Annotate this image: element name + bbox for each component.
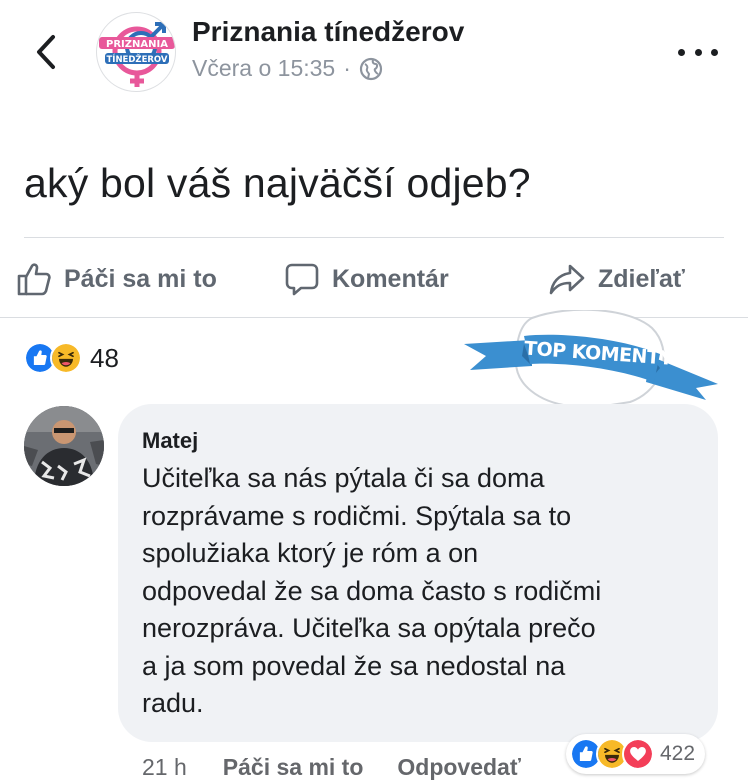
thumbs-up-icon	[17, 263, 51, 296]
comment-label: Komentár	[332, 264, 449, 293]
page-name[interactable]: Priznania tínedžerov	[192, 16, 464, 48]
comment-bubble: Matej Učiteľka sa nás pýtala či sa doma …	[118, 404, 718, 742]
page-avatar[interactable]: PRIZNANIA TÍNEDŽEROV	[96, 12, 176, 92]
comment-line: nerozpráva. Učiteľka sa opýtala prečo	[142, 613, 596, 643]
comment-line: Učiteľka sa nás pýtala či sa doma	[142, 463, 545, 493]
comment-like-button[interactable]: Páči sa mi to	[223, 754, 364, 781]
comment-line: rozprávame s rodičmi. Spýtala sa to	[142, 500, 572, 531]
comment-icon	[285, 263, 319, 296]
page-logo: PRIZNANIA TÍNEDŽEROV	[99, 22, 175, 87]
back-button[interactable]	[28, 30, 64, 74]
comment-button[interactable]: Komentár	[284, 254, 449, 304]
comment-footer: 21 h Páči sa mi to Odpovedať	[142, 752, 521, 782]
comment-author[interactable]: Matej	[142, 428, 198, 454]
comment-time[interactable]: 21 h	[142, 754, 187, 781]
comment-line: a ja som povedal že sa nedostal na	[142, 650, 566, 681]
post-text: aký bol váš najväčší odjeb?	[24, 160, 531, 206]
haha-reaction-icon	[50, 342, 82, 374]
meta-separator: ·	[343, 55, 351, 81]
share-icon	[549, 264, 585, 295]
more-dot	[694, 48, 702, 56]
divider	[24, 237, 724, 238]
love-reaction-icon	[622, 738, 654, 770]
post-action-bar: Páči sa mi to Komentár Zdieľať	[0, 254, 748, 304]
logo-text-top: PRIZNANIA	[106, 39, 168, 50]
commenter-avatar[interactable]	[24, 406, 104, 486]
share-label: Zdieľať	[598, 264, 685, 293]
comment-line: odpovedal že sa doma často s rodičmi	[142, 575, 602, 606]
chevron-left-icon	[37, 35, 55, 69]
comment-line: spolužiaka ktorý je róm a on	[142, 538, 479, 568]
logo-text-bottom: TÍNEDŽEROV	[106, 53, 167, 65]
more-dot	[678, 48, 685, 56]
post-timestamp[interactable]: Včera o 15:35	[192, 55, 335, 82]
more-options-button[interactable]	[678, 42, 718, 62]
comment-reactions[interactable]: 422	[566, 734, 706, 774]
like-label: Páči sa mi to	[64, 264, 217, 293]
comment-body: Učiteľka sa nás pýtala či sa doma rozprá…	[142, 460, 702, 723]
comment-reaction-count: 422	[660, 742, 696, 765]
reaction-count: 48	[90, 342, 119, 373]
avatar-photo	[24, 406, 104, 486]
post-meta: Včera o 15:35 ·	[192, 55, 383, 82]
reactions-summary[interactable]: 48	[24, 340, 119, 376]
globe-icon	[359, 57, 382, 80]
more-dot	[711, 48, 718, 56]
comment-line: radu.	[142, 688, 204, 718]
comment-reply-button[interactable]: Odpovedať	[397, 754, 520, 781]
share-button[interactable]: Zdieľať	[548, 254, 685, 304]
like-button[interactable]: Páči sa mi to	[16, 254, 217, 304]
